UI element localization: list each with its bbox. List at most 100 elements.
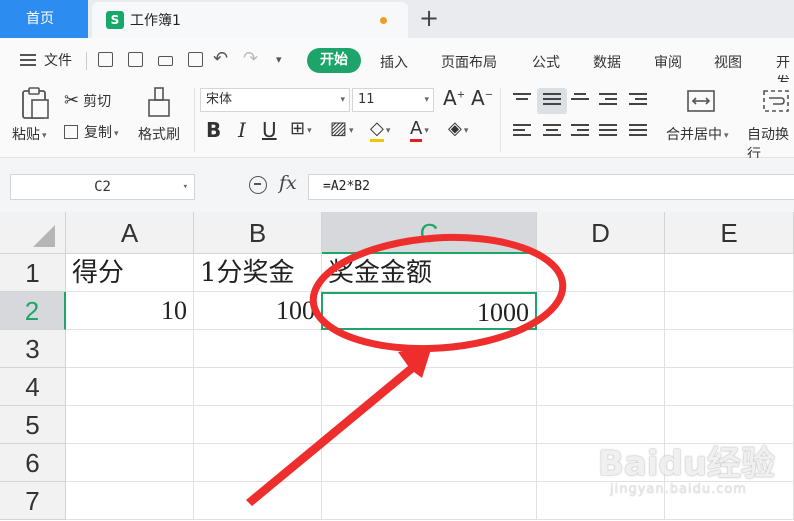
menu-page-layout[interactable]: 页面布局: [441, 52, 497, 72]
merge-center-button[interactable]: 合并居中 ▾: [666, 124, 729, 144]
zoom-icon[interactable]: [249, 176, 267, 194]
cell-a6[interactable]: [66, 444, 194, 482]
document-title: 工作簿1: [130, 13, 181, 29]
cell-c3[interactable]: [322, 330, 537, 368]
bold-icon[interactable]: B: [206, 118, 221, 142]
cell-c7[interactable]: [322, 482, 537, 520]
column-header-b[interactable]: B: [194, 212, 322, 254]
column-header-a[interactable]: A: [66, 212, 194, 254]
increase-font-icon[interactable]: A+: [443, 86, 465, 110]
row-header-6[interactable]: 6: [0, 444, 66, 482]
underline-icon[interactable]: U: [262, 118, 277, 142]
cell-a3[interactable]: [66, 330, 194, 368]
column-header-c[interactable]: C: [322, 212, 537, 254]
cell-a5[interactable]: [66, 406, 194, 444]
row-header-1[interactable]: 1: [0, 254, 66, 292]
cell-b3[interactable]: [194, 330, 322, 368]
increase-indent-icon[interactable]: [629, 93, 647, 109]
cell-d2[interactable]: [537, 292, 665, 330]
menu-start[interactable]: 开始: [307, 48, 361, 73]
cell-a7[interactable]: [66, 482, 194, 520]
row-header-2[interactable]: 2: [0, 292, 66, 330]
align-bottom-icon[interactable]: [571, 93, 589, 109]
font-size-select[interactable]: 11 ▾: [352, 88, 434, 112]
cell-a1[interactable]: 得分: [66, 254, 194, 292]
spreadsheet-doc-icon: S: [106, 11, 124, 29]
row-header-7[interactable]: 7: [0, 482, 66, 520]
undo-icon[interactable]: ↶: [213, 48, 233, 70]
tab-home[interactable]: 首页: [0, 0, 88, 38]
cell-c1[interactable]: 奖金金额: [322, 254, 537, 292]
fx-icon[interactable]: fx: [279, 172, 297, 194]
cell-c6[interactable]: [322, 444, 537, 482]
italic-icon[interactable]: I: [238, 118, 246, 142]
cell-e1[interactable]: [665, 254, 794, 292]
export-icon[interactable]: [126, 50, 146, 70]
copy-label: 复制: [84, 125, 112, 141]
align-center-icon[interactable]: [543, 124, 561, 140]
menu-view[interactable]: 视图: [714, 52, 742, 72]
font-color-icon[interactable]: A ▾: [410, 118, 429, 142]
name-box[interactable]: C2 ▾: [10, 174, 195, 200]
fill-color-icon[interactable]: ◇ ▾: [370, 118, 390, 142]
hamburger-icon: [20, 54, 36, 66]
redo-icon[interactable]: ↷: [243, 48, 263, 70]
cell-b4[interactable]: [194, 368, 322, 406]
print-preview-icon[interactable]: [186, 50, 206, 70]
decrease-indent-icon[interactable]: [599, 93, 617, 109]
print-icon[interactable]: [156, 50, 176, 70]
cell-d1[interactable]: [537, 254, 665, 292]
align-right-icon[interactable]: [571, 124, 589, 140]
customize-dropdown-icon[interactable]: ▾: [276, 50, 296, 70]
row-header-5[interactable]: 5: [0, 406, 66, 444]
select-all-corner[interactable]: [0, 212, 66, 254]
tab-document[interactable]: S 工作簿1: [92, 2, 408, 38]
formula-input[interactable]: =A2*B2: [308, 174, 794, 200]
cell-b1[interactable]: 1分奖金: [194, 254, 322, 292]
new-tab-button[interactable]: +: [416, 4, 442, 34]
cell-a4[interactable]: [66, 368, 194, 406]
cell-b5[interactable]: [194, 406, 322, 444]
cut-button[interactable]: ✂ 剪切: [64, 90, 111, 111]
column-header-e[interactable]: E: [665, 212, 794, 254]
border-icon[interactable]: ⊞ ▾: [290, 118, 312, 139]
justify-icon[interactable]: [599, 124, 617, 140]
row-header-4[interactable]: 4: [0, 368, 66, 406]
row-header-3[interactable]: 3: [0, 330, 66, 368]
save-icon[interactable]: [96, 50, 116, 70]
cell-c5[interactable]: [322, 406, 537, 444]
format-painter-icon[interactable]: [146, 86, 172, 118]
align-top-icon[interactable]: [513, 93, 531, 109]
align-middle-icon[interactable]: [543, 93, 561, 109]
cell-b7[interactable]: [194, 482, 322, 520]
cell-c4[interactable]: [322, 368, 537, 406]
menu-file[interactable]: 文件: [20, 50, 72, 70]
menu-data[interactable]: 数据: [593, 52, 621, 72]
cell-d4[interactable]: [537, 368, 665, 406]
cell-e3[interactable]: [665, 330, 794, 368]
cell-e4[interactable]: [665, 368, 794, 406]
menu-file-label: 文件: [44, 53, 72, 69]
menu-review[interactable]: 审阅: [654, 52, 682, 72]
cell-b2[interactable]: 100: [194, 292, 322, 330]
cell-b6[interactable]: [194, 444, 322, 482]
cell-a2[interactable]: 10: [66, 292, 194, 330]
menu-formulas[interactable]: 公式: [532, 52, 560, 72]
cell-c2[interactable]: 1000: [321, 292, 537, 330]
cell-e2[interactable]: [665, 292, 794, 330]
menu-divider: [86, 52, 87, 70]
menu-insert[interactable]: 插入: [380, 52, 408, 72]
decrease-font-icon[interactable]: A−: [471, 86, 493, 110]
ribbon-toolbar: 粘贴 ▾ ✂ 剪切 复制 ▾ 格式刷 宋体 ▾ 11 ▾ A+ A− B I U ⊞ ▾ ▨…: [0, 82, 794, 163]
clear-format-icon[interactable]: ◈ ▾: [448, 118, 468, 139]
paste-button[interactable]: 粘贴 ▾: [12, 124, 47, 144]
align-left-icon[interactable]: [513, 124, 531, 140]
fill-pattern-icon[interactable]: ▨ ▾: [330, 118, 354, 139]
font-name-select[interactable]: 宋体 ▾: [200, 88, 350, 112]
paste-icon[interactable]: [20, 86, 50, 120]
distributed-icon[interactable]: [629, 124, 647, 140]
column-header-d[interactable]: D: [537, 212, 665, 254]
copy-button[interactable]: 复制 ▾: [64, 122, 119, 142]
cell-d3[interactable]: [537, 330, 665, 368]
format-painter-button[interactable]: 格式刷: [138, 124, 180, 144]
